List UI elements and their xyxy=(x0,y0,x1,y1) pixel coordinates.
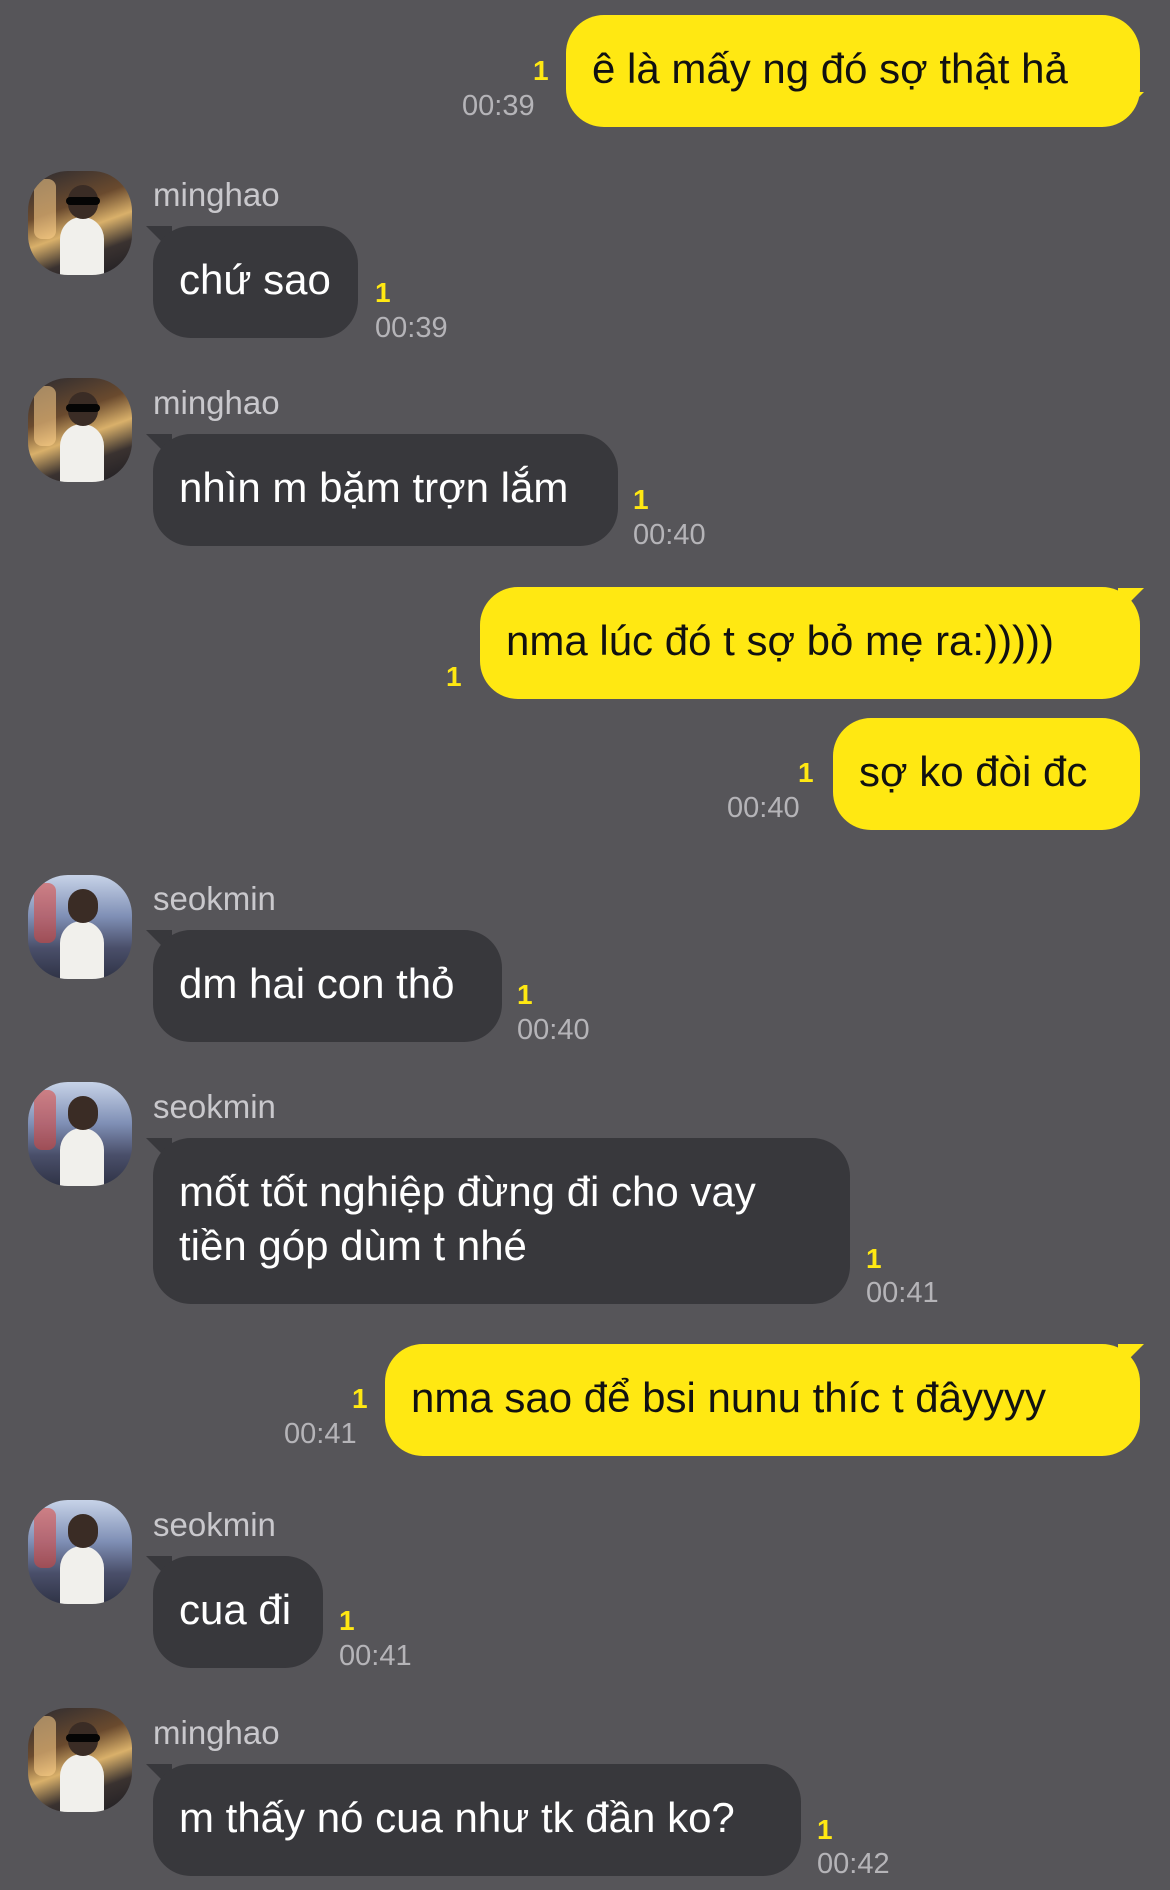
avatar-photo-detail xyxy=(60,921,104,979)
avatar-photo-detail xyxy=(34,1508,56,1568)
message-bubble[interactable]: ê là mấy ng đó sợ thật hả xyxy=(566,15,1140,127)
sender-name: seokmin xyxy=(153,880,276,917)
message-timestamp: 00:41 xyxy=(339,1640,412,1672)
message-bubble[interactable]: nma lúc đó t sợ bỏ mẹ ra:))))) xyxy=(480,587,1140,699)
message-timestamp: 00:40 xyxy=(727,792,800,824)
unread-count: 1 xyxy=(533,55,549,86)
unread-count: 1 xyxy=(446,661,462,692)
minghao-avatar[interactable] xyxy=(28,1708,132,1812)
sunglasses-icon xyxy=(66,197,100,205)
message-bubble[interactable]: chứ sao xyxy=(153,226,358,338)
seokmin-avatar[interactable] xyxy=(28,1500,132,1604)
sunglasses-icon xyxy=(66,1734,100,1742)
unread-count: 1 xyxy=(866,1243,882,1274)
avatar-photo-detail xyxy=(68,1096,98,1130)
unread-count: 1 xyxy=(633,484,649,515)
unread-count: 1 xyxy=(798,757,814,788)
sender-name: seokmin xyxy=(153,1088,276,1125)
avatar-photo-detail xyxy=(60,424,104,482)
message-bubble[interactable]: m thấy nó cua như tk đần ko? xyxy=(153,1764,801,1876)
message-timestamp: 00:39 xyxy=(375,312,448,344)
message-timestamp: 00:42 xyxy=(817,1848,890,1880)
avatar-photo-detail xyxy=(60,1128,104,1186)
message-timestamp: 00:41 xyxy=(284,1418,357,1450)
message-bubble[interactable]: mốt tốt nghiệp đừng đi cho vay tiền góp … xyxy=(153,1138,850,1304)
avatar-photo-detail xyxy=(60,1754,104,1812)
avatar-photo-detail xyxy=(60,217,104,275)
avatar-photo-detail xyxy=(68,889,98,923)
avatar-photo-detail xyxy=(34,1090,56,1150)
sender-name: minghao xyxy=(153,384,280,421)
message-bubble[interactable]: dm hai con thỏ xyxy=(153,930,502,1042)
sender-name: minghao xyxy=(153,1714,280,1751)
unread-count: 1 xyxy=(375,277,391,308)
message-timestamp: 00:41 xyxy=(866,1277,939,1309)
message-timestamp: 00:39 xyxy=(462,90,535,122)
message-bubble[interactable]: nma sao để bsi nunu thíc t đâyyyy xyxy=(385,1344,1140,1456)
seokmin-avatar[interactable] xyxy=(28,875,132,979)
avatar-photo-detail xyxy=(34,883,56,943)
unread-count: 1 xyxy=(339,1605,355,1636)
message-bubble[interactable]: cua đi xyxy=(153,1556,323,1668)
unread-count: 1 xyxy=(817,1814,833,1845)
message-timestamp: 00:40 xyxy=(633,519,706,551)
avatar-photo-detail xyxy=(34,179,56,239)
avatar-photo-detail xyxy=(34,1716,56,1776)
avatar-photo-detail xyxy=(68,1514,98,1548)
sender-name: seokmin xyxy=(153,1506,276,1543)
unread-count: 1 xyxy=(352,1383,368,1414)
message-bubble[interactable]: nhìn m bặm trợn lắm xyxy=(153,434,618,546)
unread-count: 1 xyxy=(517,979,533,1010)
seokmin-avatar[interactable] xyxy=(28,1082,132,1186)
sunglasses-icon xyxy=(66,404,100,412)
message-bubble[interactable]: sợ ko đòi đc xyxy=(833,718,1140,830)
avatar-photo-detail xyxy=(60,1546,104,1604)
message-timestamp: 00:40 xyxy=(517,1014,590,1046)
sender-name: minghao xyxy=(153,176,280,213)
minghao-avatar[interactable] xyxy=(28,378,132,482)
avatar-photo-detail xyxy=(34,386,56,446)
minghao-avatar[interactable] xyxy=(28,171,132,275)
